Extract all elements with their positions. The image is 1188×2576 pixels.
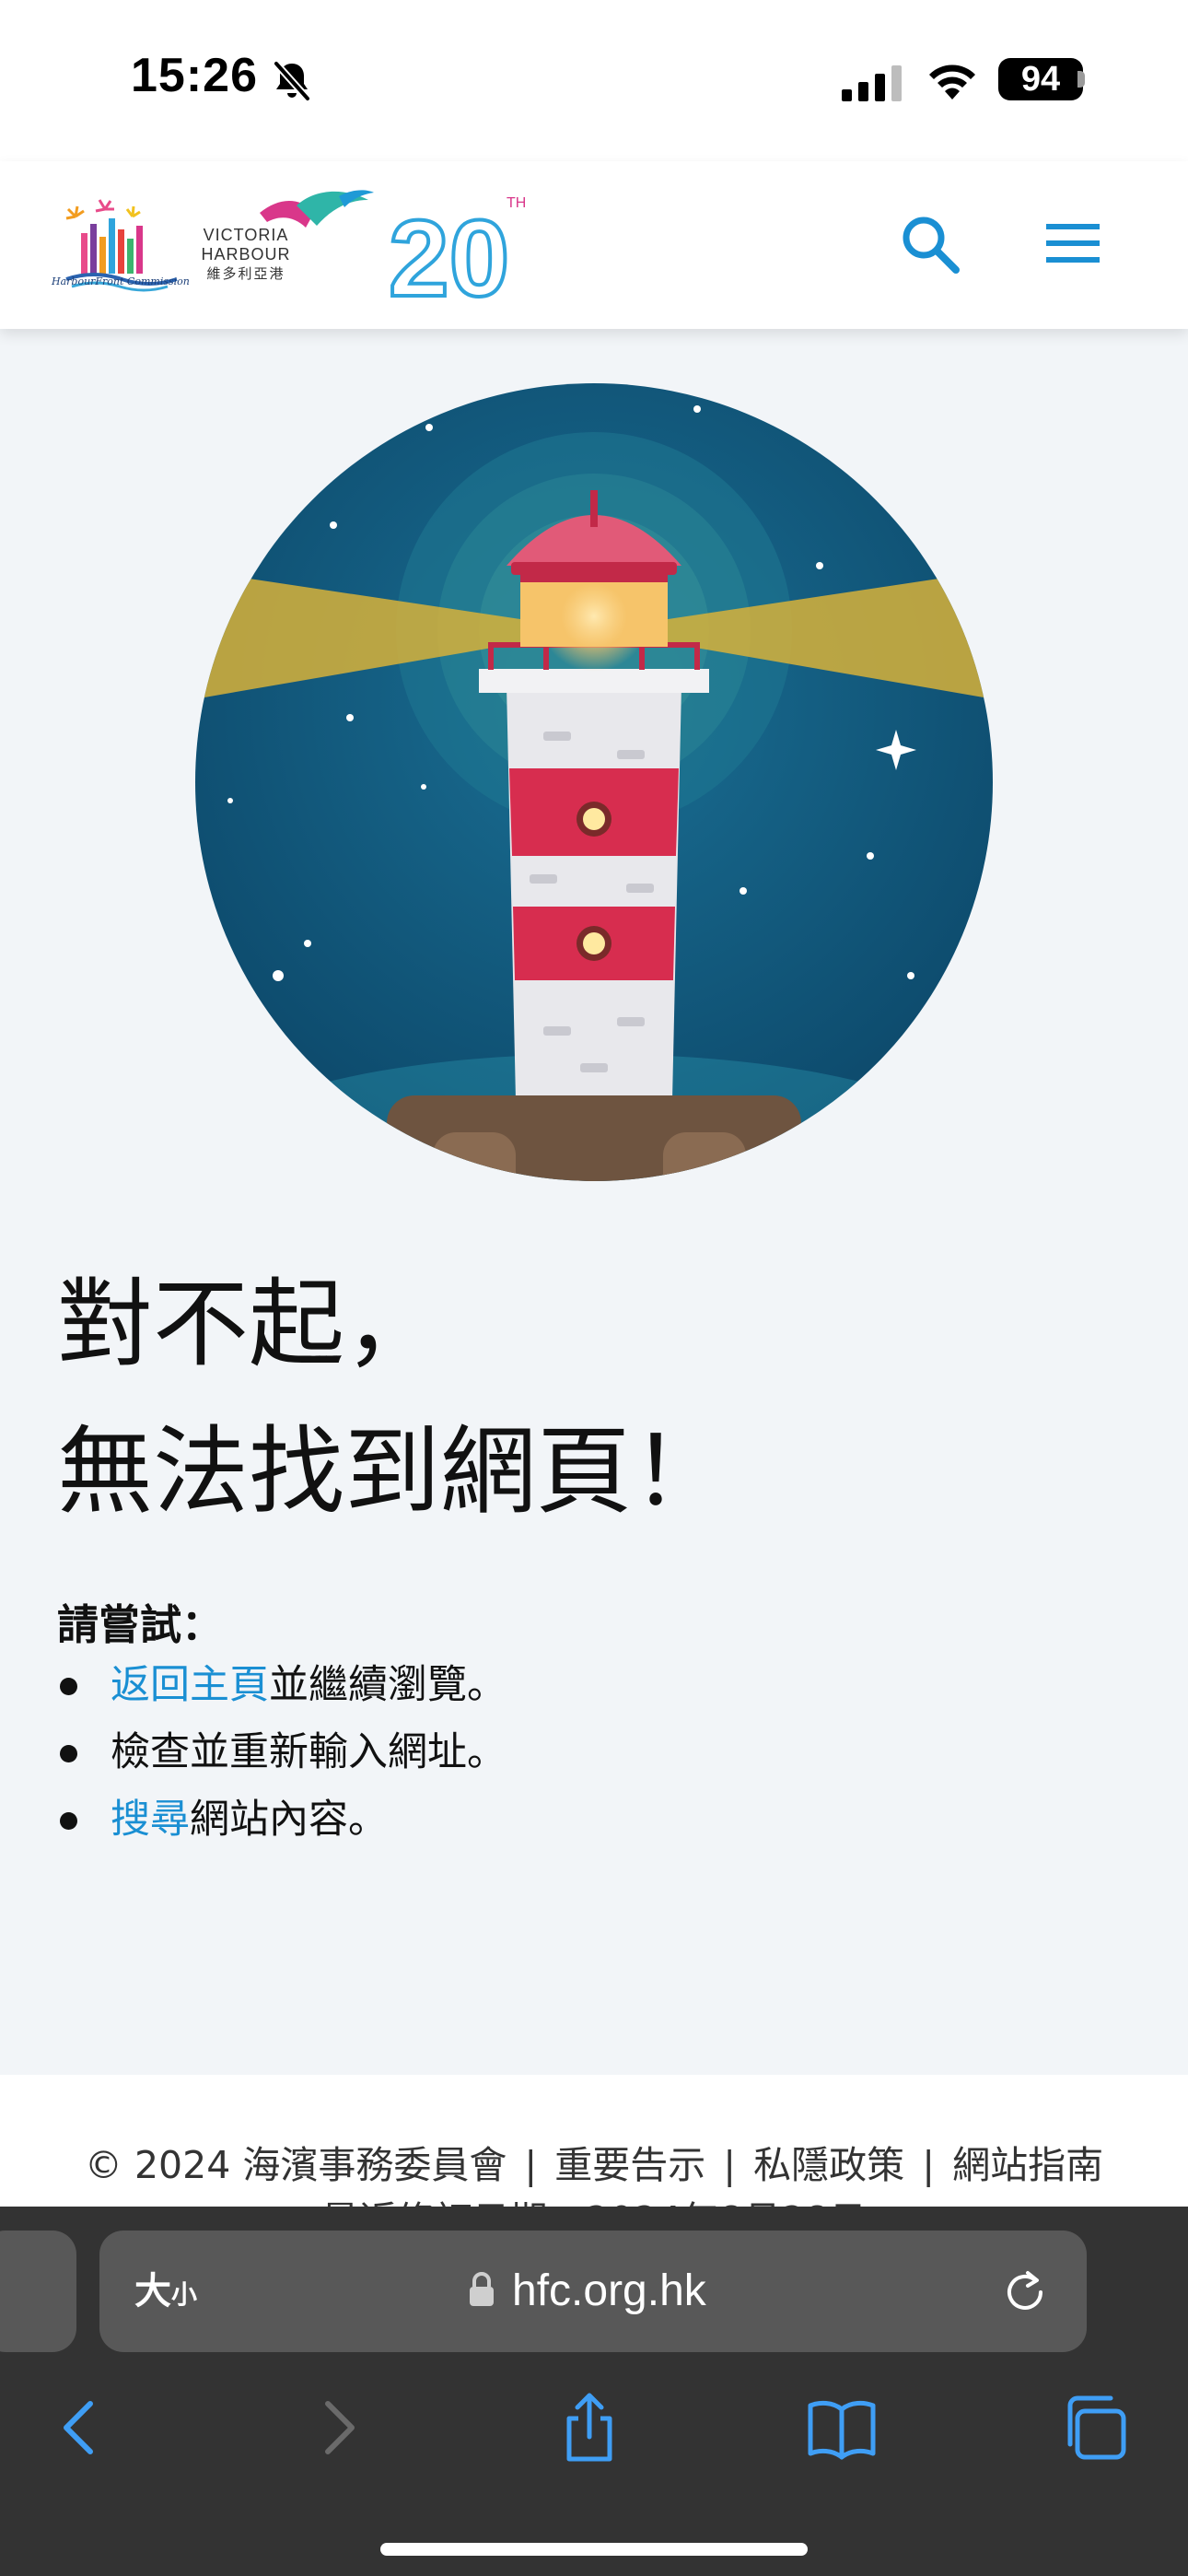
- harbourfront-commission-logo[interactable]: [48, 180, 186, 318]
- logo-caption: HarbourFront Commission: [52, 275, 190, 287]
- footer-links: © 2024 海濱事務委員會 | 重要告示 | 私隱政策 | 網站指南: [0, 2134, 1188, 2189]
- previous-tab-preview[interactable]: [0, 2231, 76, 2352]
- list-item: 返回主頁並繼續瀏覽。: [57, 1652, 1125, 1719]
- error-title-line2: 無法找到網頁！: [57, 1415, 728, 1528]
- anniversary-number: 20: [389, 198, 509, 309]
- status-time: 15:26: [131, 49, 258, 102]
- suggestion-list: 返回主頁並繼續瀏覽。 檢查並重新輸入網址。 搜尋網站內容。: [57, 1652, 1125, 1854]
- back-icon[interactable]: [44, 2391, 118, 2465]
- text-size-small: 小: [171, 2279, 198, 2310]
- try-heading: 請嘗試：: [57, 1600, 224, 1649]
- bell-slash-icon: [274, 61, 310, 101]
- separator: |: [723, 2143, 737, 2187]
- battery-cap: [1077, 71, 1085, 88]
- search-icon[interactable]: [897, 211, 963, 277]
- search-site-link[interactable]: 搜尋: [111, 1797, 190, 1843]
- site-header: HarbourFront Commission VICTORIA HARBOUR…: [0, 161, 1188, 329]
- copyright-text: © 2024 海濱事務委員會: [84, 2143, 507, 2187]
- error-title: 對不起， 無法找到網頁！: [57, 1250, 1125, 1545]
- status-bar: 15:26 94: [0, 0, 1188, 161]
- home-page-link[interactable]: 返回主頁: [111, 1662, 269, 1708]
- error-title-line1: 對不起，: [57, 1268, 441, 1380]
- home-indicator: [380, 2543, 808, 2556]
- privacy-policy-link[interactable]: 私隱政策: [753, 2143, 904, 2187]
- bookmarks-icon[interactable]: [805, 2391, 879, 2465]
- browser-toolbar: 大小 hfc.org.hk: [0, 2207, 1188, 2576]
- lighthouse-icon: [195, 383, 993, 1181]
- forward-icon[interactable]: [300, 2391, 374, 2465]
- bullet-icon: [60, 1678, 77, 1695]
- bullet-icon: [60, 1745, 77, 1762]
- url-text: hfc.org.hk: [512, 2266, 706, 2315]
- suggestion-text: 檢查並重新輸入網址。: [111, 1729, 507, 1775]
- suggestion-text: 網站內容。: [190, 1797, 388, 1843]
- text-size-button[interactable]: 大小: [134, 2264, 197, 2323]
- suggestion-text: 並繼續瀏覽。: [269, 1662, 507, 1708]
- text-size-large: 大: [134, 2270, 171, 2313]
- share-icon[interactable]: [553, 2391, 626, 2465]
- separator: |: [922, 2143, 936, 2187]
- wifi-icon: [929, 64, 975, 100]
- separator: |: [524, 2143, 538, 2187]
- hamburger-menu-icon[interactable]: [1044, 215, 1101, 272]
- site-guide-link[interactable]: 網站指南: [952, 2143, 1103, 2187]
- main-content: 對不起， 無法找到網頁！ 請嘗試： 返回主頁並繼續瀏覽。 檢查並重新輸入網址。 …: [0, 329, 1188, 2079]
- site-footer: © 2024 海濱事務委員會 | 重要告示 | 私隱政策 | 網站指南 最近修訂…: [0, 2075, 1188, 2242]
- list-item: 檢查並重新輸入網址。: [57, 1719, 1125, 1786]
- address-bar[interactable]: 大小 hfc.org.hk: [99, 2231, 1087, 2352]
- tabs-icon[interactable]: [1057, 2391, 1131, 2465]
- cellular-signal-icon: [842, 65, 902, 101]
- battery-icon: 94: [998, 58, 1083, 100]
- list-item: 搜尋網站內容。: [57, 1786, 1125, 1854]
- anniversary-suffix: TH: [507, 195, 526, 211]
- reload-icon[interactable]: [1000, 2267, 1050, 2317]
- bullet-icon: [60, 1812, 77, 1830]
- lock-icon: [470, 2272, 494, 2306]
- anniversary-20th-logo[interactable]: 20 TH: [260, 180, 527, 309]
- important-notices-link[interactable]: 重要告示: [554, 2143, 705, 2187]
